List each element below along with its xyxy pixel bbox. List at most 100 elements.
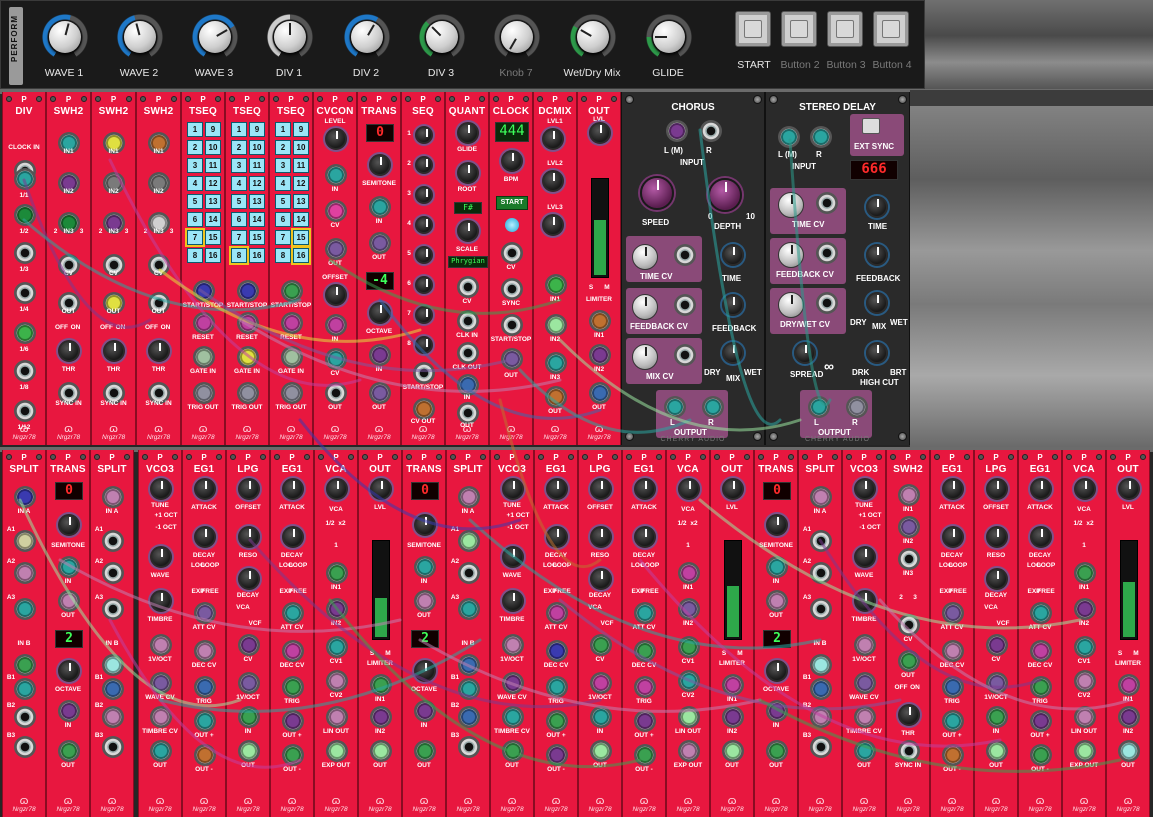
cable-plug[interactable] (240, 283, 256, 299)
jack-time-cv[interactable] (674, 244, 696, 266)
step-button[interactable]: 13 (205, 194, 221, 209)
cable-plug[interactable] (637, 643, 653, 659)
decay-knob[interactable] (194, 526, 216, 548)
attack-knob[interactable] (1030, 478, 1052, 500)
cable-plug[interactable] (667, 399, 683, 415)
cable-plug[interactable] (769, 559, 785, 575)
cable-plug[interactable] (285, 605, 301, 621)
cable-plug[interactable] (460, 377, 476, 393)
cable-plug[interactable] (989, 675, 1005, 691)
cable-plug[interactable] (417, 559, 433, 575)
jack-a-out[interactable] (102, 530, 124, 552)
step-button[interactable]: 8 (187, 248, 203, 263)
cable-plug[interactable] (17, 601, 33, 617)
power-button[interactable]: P (315, 453, 357, 462)
power-button[interactable]: P (1107, 453, 1149, 462)
cable-plug[interactable] (284, 385, 300, 401)
jack-b-out[interactable] (458, 736, 480, 758)
power-button[interactable]: P (47, 453, 89, 462)
cable-plug[interactable] (285, 643, 301, 659)
cable-plug[interactable] (17, 681, 33, 697)
cable-plug[interactable] (857, 709, 873, 725)
cable-plug[interactable] (593, 675, 609, 691)
step-button[interactable]: 12 (293, 176, 309, 191)
cable-plug[interactable] (548, 355, 564, 371)
cable-plug[interactable] (637, 747, 653, 763)
decay-knob[interactable] (634, 526, 656, 548)
cable-plug[interactable] (849, 399, 865, 415)
cable-plug[interactable] (17, 533, 33, 549)
tune-knob[interactable] (502, 478, 524, 500)
cable-plug[interactable] (329, 673, 345, 689)
cable-plug[interactable] (417, 703, 433, 719)
perform-knob-9[interactable]: GLIDE (633, 7, 703, 83)
jack-feedback-cv[interactable] (674, 294, 696, 316)
cable-plug[interactable] (549, 747, 565, 763)
mix-knob[interactable] (722, 342, 744, 364)
cable-plug[interactable] (901, 653, 917, 669)
cable-plug[interactable] (328, 167, 344, 183)
perform-knob-1[interactable]: WAVE 1 (29, 7, 99, 83)
cable-plug[interactable] (461, 681, 477, 697)
decay-knob[interactable] (238, 568, 260, 590)
cable-plug[interactable] (461, 601, 477, 617)
step-button[interactable]: 2 (275, 140, 291, 155)
cable-plug[interactable] (593, 743, 609, 759)
step-button[interactable]: 9 (249, 122, 265, 137)
attack-knob[interactable] (282, 478, 304, 500)
cable-plug[interactable] (725, 709, 741, 725)
cable-plug[interactable] (241, 637, 257, 653)
jack-dry-wet-cv[interactable] (816, 292, 838, 314)
power-button[interactable]: P (755, 453, 797, 462)
cable-plug[interactable] (329, 743, 345, 759)
glide-knob[interactable] (457, 122, 479, 144)
power-button[interactable]: P (843, 453, 885, 462)
power-button[interactable]: P (47, 95, 90, 104)
cable-plug[interactable] (17, 325, 33, 341)
cable-plug[interactable] (1033, 713, 1049, 729)
level-knob[interactable] (722, 478, 744, 500)
cable-plug[interactable] (811, 399, 827, 415)
tune-knob[interactable] (854, 478, 876, 500)
level-knob[interactable] (542, 128, 564, 150)
power-button[interactable]: P (3, 453, 45, 462)
bpm-knob[interactable] (501, 150, 523, 172)
octave-knob[interactable] (369, 302, 391, 324)
power-button[interactable]: P (447, 453, 489, 462)
time-knob[interactable] (722, 244, 744, 266)
jack-div-out[interactable] (14, 360, 36, 382)
cable-plug[interactable] (813, 657, 829, 673)
jack-a-out[interactable] (102, 598, 124, 620)
cable-plug[interactable] (285, 747, 301, 763)
vca-knob[interactable] (1074, 478, 1096, 500)
cable-plug[interactable] (989, 743, 1005, 759)
cable-plug[interactable] (505, 637, 521, 653)
decay-knob[interactable] (590, 568, 612, 590)
level-knob[interactable] (589, 122, 611, 144)
step-button[interactable]: 10 (205, 140, 221, 155)
button-pad[interactable] (873, 11, 909, 47)
step-button[interactable]: 5 (187, 194, 203, 209)
jack-sync-in[interactable] (898, 740, 920, 762)
perform-button-4[interactable]: Button 4 (863, 7, 921, 77)
jack-a-out[interactable] (102, 562, 124, 584)
root-knob[interactable] (457, 162, 479, 184)
cable-plug[interactable] (329, 639, 345, 655)
vca-knob[interactable] (678, 478, 700, 500)
cable-plug[interactable] (284, 283, 300, 299)
feedback-knob[interactable] (722, 294, 744, 316)
cable-plug[interactable] (373, 709, 389, 725)
decay-knob[interactable] (546, 526, 568, 548)
step-button[interactable]: 12 (249, 176, 265, 191)
cable-plug[interactable] (593, 709, 609, 725)
ext-sync-button[interactable] (862, 118, 880, 134)
jack-b-out[interactable] (14, 706, 36, 728)
cable-plug[interactable] (549, 679, 565, 695)
cable-plug[interactable] (328, 203, 344, 219)
cable-plug[interactable] (461, 657, 477, 673)
tune-knob[interactable] (150, 478, 172, 500)
cable-plug[interactable] (901, 519, 917, 535)
cable-plug[interactable] (1033, 679, 1049, 695)
step-button[interactable]: 7 (185, 228, 205, 247)
step-button[interactable]: 4 (275, 176, 291, 191)
